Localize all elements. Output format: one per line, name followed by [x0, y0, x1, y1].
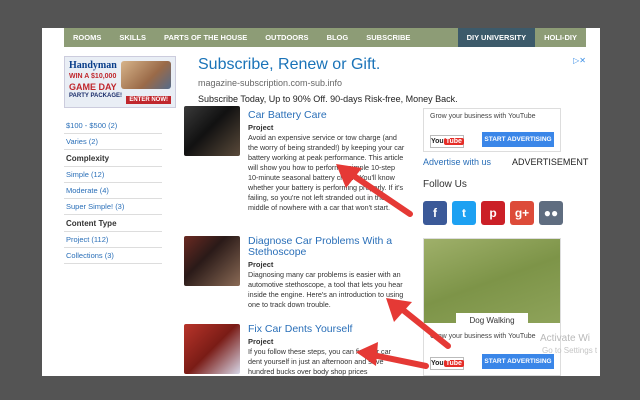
main-nav: ROOMS SKILLS PARTS OF THE HOUSE OUTDOORS…	[64, 28, 586, 47]
nav-item-parts-of-the-house[interactable]: PARTS OF THE HOUSE	[155, 28, 256, 47]
article-thumbnail[interactable]	[184, 324, 240, 374]
start-advertising-button[interactable]: START ADVERTISING	[482, 132, 554, 147]
video-ad-label: Dog Walking	[456, 313, 528, 329]
article-title-link[interactable]: Diagnose Car Problems With a Stethoscope	[248, 236, 408, 258]
youtube-logo-you-2: You	[431, 360, 444, 367]
ad-brand-logo: Handyman	[69, 60, 117, 71]
start-advertising-button-2[interactable]: START ADVERTISING	[482, 354, 554, 369]
filter-complexity-simple[interactable]: Simple (12)	[64, 167, 162, 183]
filter-cost-100-500[interactable]: $100 - $500 (2)	[64, 118, 162, 134]
ad-banner-line1: WIN A $10,000	[69, 73, 117, 80]
article-thumbnail[interactable]	[184, 236, 240, 286]
google-plus-icon[interactable]: g+	[510, 201, 534, 225]
follow-us-heading: Follow Us	[423, 179, 467, 190]
nav-item-rooms[interactable]: ROOMS	[64, 28, 110, 47]
filter-heading-content-type: Content Type	[64, 215, 162, 232]
ad-banner-line2: GAME DAY	[69, 82, 117, 92]
article-title-link[interactable]: Car Battery Care	[248, 110, 408, 121]
webpage: ROOMS SKILLS PARTS OF THE HOUSE OUTDOORS…	[42, 28, 600, 376]
nav-item-outdoors[interactable]: OUTDOORS	[256, 28, 317, 47]
top-advertisement: Handyman WIN A $10,000 GAME DAY PARTY PA…	[64, 54, 586, 110]
ad-headline-link[interactable]: Subscribe, Renew or Gift.	[198, 56, 380, 74]
social-icons: f t p g+ ●●	[423, 201, 563, 225]
ad-enter-button[interactable]: ENTER NOW!	[126, 96, 171, 104]
article-type: Project	[248, 260, 274, 269]
ad-url[interactable]: magazine-subscription.com-sub.info	[198, 78, 342, 88]
windows-activation-watermark-sub: Go to Settings t	[542, 346, 598, 355]
article-type: Project	[248, 123, 274, 132]
ad-people-image	[121, 61, 171, 89]
twitter-icon[interactable]: t	[452, 201, 476, 225]
filter-complexity-moderate[interactable]: Moderate (4)	[64, 183, 162, 199]
filter-complexity-super-simple[interactable]: Super Simple! (3)	[64, 199, 162, 215]
youtube-logo-tube-2: Tube	[443, 360, 464, 367]
pinterest-icon[interactable]: p	[481, 201, 505, 225]
annotation-arrow-1	[336, 164, 413, 217]
filter-content-project[interactable]: Project (112)	[64, 232, 162, 248]
filter-content-collections[interactable]: Collections (3)	[64, 248, 162, 264]
ad-banner-image[interactable]: Handyman WIN A $10,000 GAME DAY PARTY PA…	[64, 56, 176, 108]
nav-item-holi-diy[interactable]: HOLI-DIY	[535, 28, 586, 47]
filter-heading-complexity: Complexity	[64, 150, 162, 167]
windows-activation-watermark: Activate Wi	[540, 333, 591, 344]
filter-sidebar: $100 - $500 (2) Varies (2) Complexity Si…	[64, 118, 162, 264]
youtube-ad[interactable]: Grow your business with YouTube You Tube …	[423, 108, 561, 152]
youtube-ad-text: Grow your business with YouTube	[430, 113, 536, 120]
nav-item-blog[interactable]: BLOG	[318, 28, 358, 47]
youtube-logo-icon-2: You Tube	[430, 357, 464, 370]
filter-cost-varies[interactable]: Varies (2)	[64, 134, 162, 150]
youtube-logo-icon: You Tube	[430, 135, 464, 148]
community-icon[interactable]: ●●	[539, 201, 563, 225]
annotation-arrow-3	[356, 342, 429, 369]
ad-banner-line3: PARTY PACKAGE!	[69, 93, 123, 99]
advertisement-label: ADVERTISEMENT	[512, 157, 589, 167]
article-thumbnail[interactable]	[184, 106, 240, 156]
ad-description: Subscribe Today, Up to 90% Off. 90-days …	[198, 94, 458, 104]
nav-item-skills[interactable]: SKILLS	[110, 28, 155, 47]
ad-close-icon[interactable]: ▷✕	[573, 56, 586, 65]
youtube-logo-you: You	[431, 138, 444, 145]
facebook-icon[interactable]: f	[423, 201, 447, 225]
youtube-logo-tube: Tube	[443, 138, 464, 145]
advertise-with-us-link[interactable]: Advertise with us	[423, 157, 491, 167]
nav-item-subscribe[interactable]: SUBSCRIBE	[357, 28, 419, 47]
nav-item-diy-university[interactable]: DIY UNIVERSITY	[457, 28, 536, 47]
article-type: Project	[248, 337, 274, 346]
